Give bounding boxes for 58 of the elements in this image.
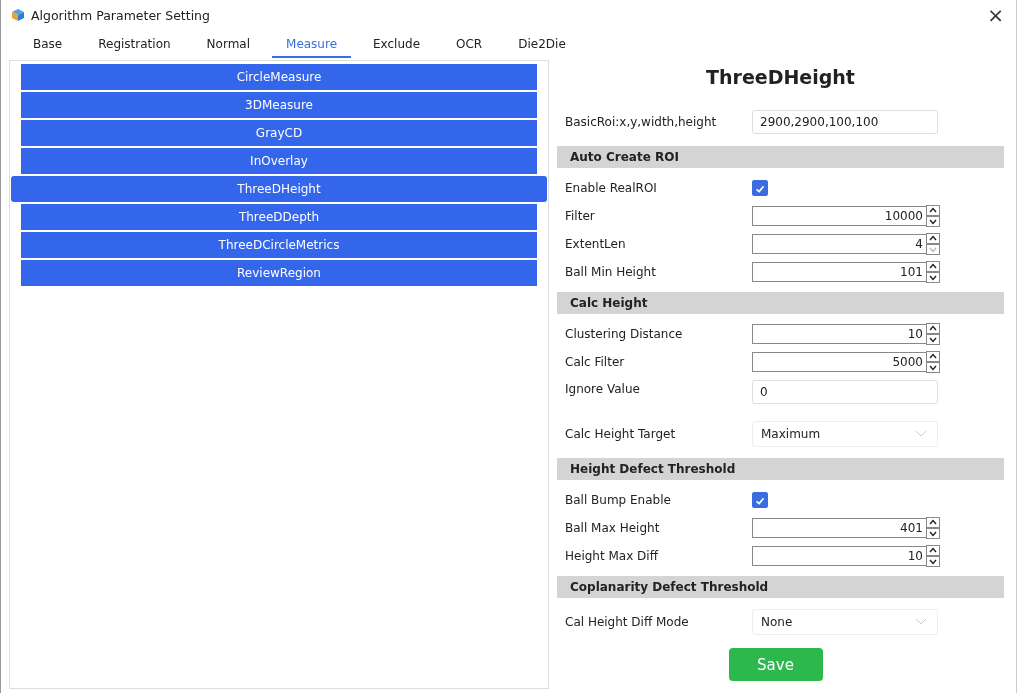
number-field[interactable]: 4 <box>752 234 940 254</box>
number-field[interactable]: 10 <box>752 546 940 566</box>
algorithm-item[interactable]: 3DMeasure <box>21 92 537 118</box>
tab[interactable]: Exclude <box>359 32 435 58</box>
chevron-down-icon <box>915 618 927 626</box>
algorithm-item[interactable]: ReviewRegion <box>21 260 537 286</box>
algorithm-item[interactable]: ThreeDCircleMetrics <box>21 232 537 258</box>
algorithm-item[interactable]: InOverlay <box>21 148 537 174</box>
tab[interactable]: Die2Die <box>504 32 580 58</box>
tab[interactable]: Base <box>19 32 77 58</box>
algorithm-item[interactable]: ThreeDDepth <box>21 204 537 230</box>
section-header: Calc Height <box>557 292 1004 314</box>
field-label: Clustering Distance <box>565 327 684 341</box>
field-label: Ball Max Height <box>565 521 661 535</box>
field-label: Height Max Diff <box>565 549 660 563</box>
close-button[interactable]: × <box>983 5 1008 25</box>
field-label: Calc Height Target <box>565 427 677 441</box>
dropdown[interactable]: None <box>752 609 938 635</box>
up-arrow-icon <box>926 351 940 362</box>
number-field[interactable]: 5000 <box>752 352 940 372</box>
panel-title: ThreeDHeight <box>705 66 856 90</box>
up-arrow-icon <box>926 323 940 334</box>
up-arrow-icon <box>926 205 940 216</box>
algorithm-item[interactable]: GrayCD <box>21 120 537 146</box>
number-field[interactable]: 401 <box>752 518 940 538</box>
input-field[interactable]: 0 <box>752 380 938 404</box>
number-field[interactable]: 10 <box>752 324 940 344</box>
algorithm-item[interactable]: ThreeDHeight <box>11 176 547 202</box>
checkbox[interactable] <box>752 180 768 196</box>
section-header: Height Defect Threshold <box>557 458 1004 480</box>
section-header: Auto Create ROI <box>557 146 1004 168</box>
field-label: Filter <box>565 209 596 223</box>
field-label: Cal Height Diff Mode <box>565 615 690 629</box>
field-label: Ignore Value <box>565 381 641 396</box>
field-label: Calc Filter <box>565 355 626 369</box>
up-arrow-icon <box>926 517 940 528</box>
chevron-down-icon <box>915 430 927 438</box>
dropdown[interactable]: Maximum <box>752 421 938 447</box>
field-label: ExtentLen <box>565 237 627 251</box>
tab[interactable]: Normal <box>192 32 265 58</box>
up-arrow-icon <box>926 545 940 556</box>
up-arrow-icon <box>926 233 940 244</box>
number-field[interactable]: 101 <box>752 262 940 282</box>
tab[interactable]: OCR <box>442 32 497 58</box>
cube-icon <box>11 8 25 22</box>
algorithm-item[interactable]: CircleMeasure <box>21 64 537 90</box>
window-title: Algorithm Parameter Setting <box>31 7 210 23</box>
input-field[interactable]: 2900,2900,100,100 <box>752 110 938 134</box>
field-label: BasicRoi:x,y,width,height <box>565 115 718 129</box>
field-label: Ball Bump Enable <box>565 493 672 507</box>
number-field[interactable]: 10000 <box>752 206 940 226</box>
up-arrow-icon <box>926 261 940 272</box>
section-header: Coplanarity Defect Threshold <box>557 576 1004 598</box>
tab[interactable]: Registration <box>84 32 185 58</box>
tab[interactable]: Measure <box>272 32 352 58</box>
checkbox[interactable] <box>752 492 768 508</box>
field-label: Enable RealROI <box>565 181 658 195</box>
field-label: Ball Min Height <box>565 265 657 279</box>
